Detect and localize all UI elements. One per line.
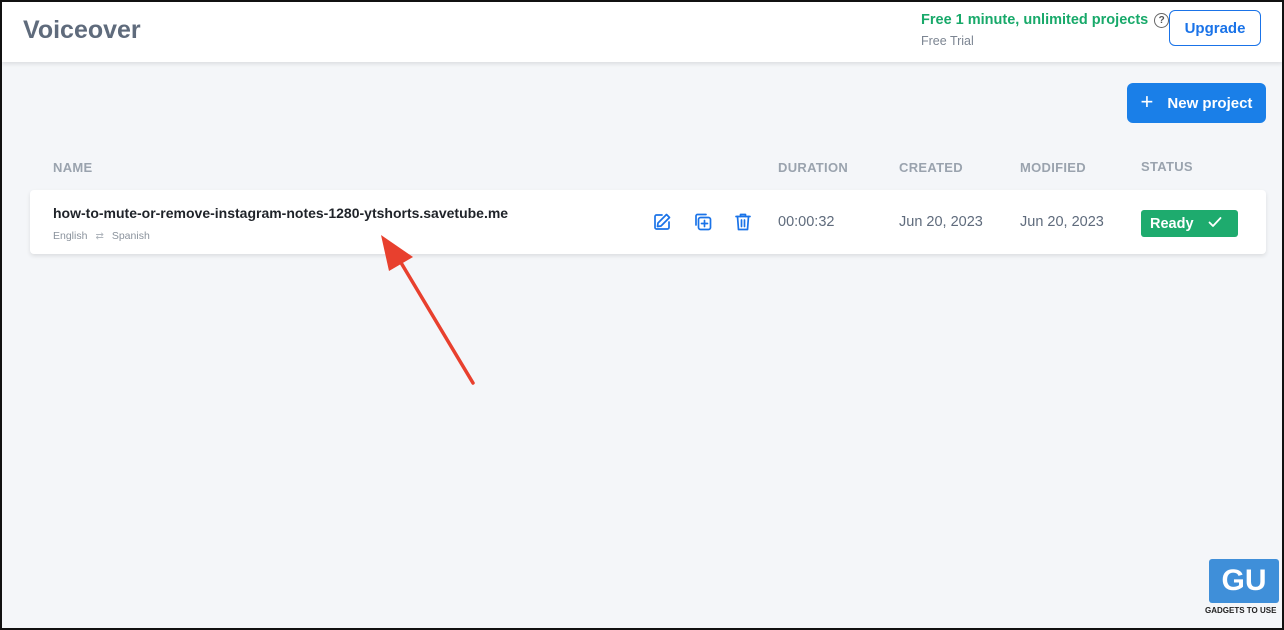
annotation-arrow (381, 235, 475, 385)
